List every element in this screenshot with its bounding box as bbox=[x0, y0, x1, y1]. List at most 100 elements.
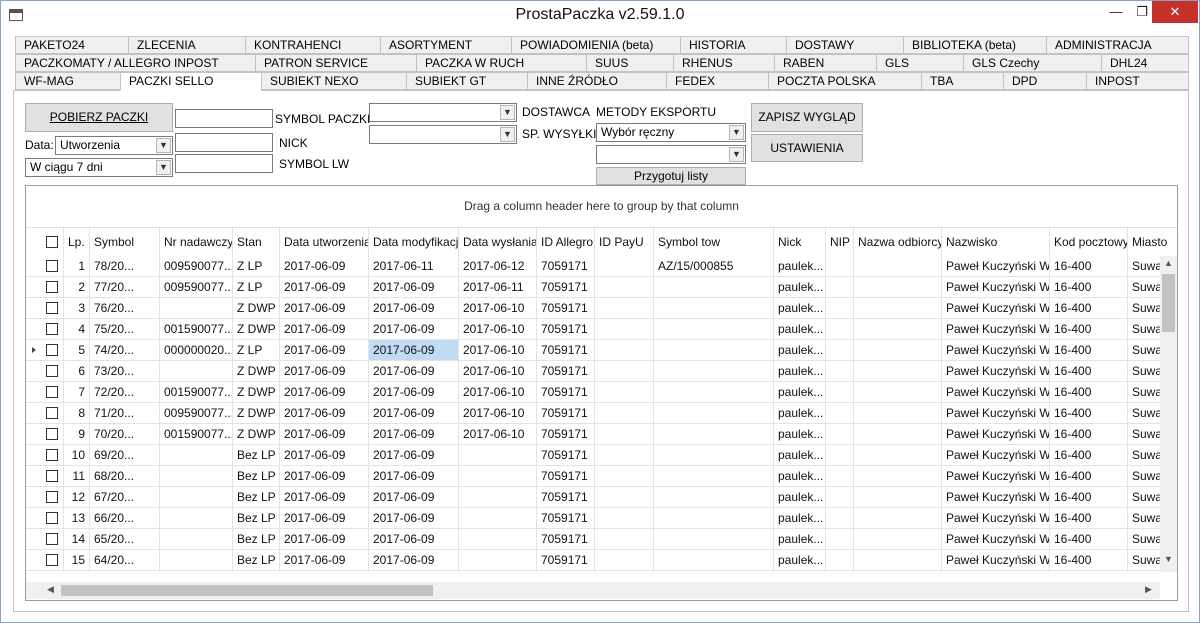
tab-paczkomaty[interactable]: PACZKOMATY / ALLEGRO INPOST bbox=[15, 54, 256, 72]
table-cell[interactable]: Z LP bbox=[233, 256, 280, 277]
table-row[interactable]: 5 74/20... 000000020... Z LP 2017-06-09 2017-… bbox=[26, 340, 1160, 361]
table-cell[interactable]: Suwałki bbox=[1128, 529, 1160, 550]
table-cell[interactable]: 78/20... bbox=[90, 256, 160, 277]
table-cell[interactable]: 1 bbox=[64, 256, 90, 277]
table-cell[interactable]: 2017-06-09 bbox=[280, 340, 369, 361]
tab-raben[interactable]: RABEN bbox=[774, 54, 877, 72]
tab-tba[interactable]: TBA bbox=[921, 72, 1004, 90]
table-cell[interactable]: 2017-06-09 bbox=[369, 403, 459, 424]
table-cell[interactable] bbox=[459, 571, 537, 572]
table-cell[interactable]: 14 bbox=[64, 529, 90, 550]
table-cell[interactable] bbox=[654, 550, 774, 571]
table-cell[interactable] bbox=[654, 298, 774, 319]
row-checkbox[interactable] bbox=[46, 323, 58, 335]
table-cell[interactable] bbox=[595, 550, 654, 571]
table-cell[interactable]: 2017-06-10 bbox=[459, 340, 537, 361]
row-checkbox[interactable] bbox=[46, 491, 58, 503]
table-cell[interactable]: 2017-06-09 bbox=[369, 340, 459, 361]
table-cell[interactable] bbox=[654, 361, 774, 382]
table-cell[interactable] bbox=[654, 340, 774, 361]
table-cell[interactable] bbox=[654, 571, 774, 572]
table-cell[interactable]: 16-400 bbox=[1050, 571, 1128, 572]
column-header[interactable]: Stan bbox=[233, 228, 280, 256]
table-cell[interactable]: 2017-06-10 bbox=[459, 424, 537, 445]
title-bar[interactable]: ProstaPaczka v2.59.1.0 — ❐ ✕ bbox=[1, 1, 1199, 31]
table-cell[interactable]: 68/20... bbox=[90, 466, 160, 487]
table-cell[interactable]: 2017-06-09 bbox=[280, 445, 369, 466]
column-header[interactable]: Miasto bbox=[1128, 228, 1177, 256]
column-header[interactable]: ID PayU bbox=[595, 228, 654, 256]
column-header[interactable]: Nick bbox=[774, 228, 826, 256]
table-cell[interactable] bbox=[854, 319, 942, 340]
tab-dhl24[interactable]: DHL24 bbox=[1101, 54, 1189, 72]
table-cell[interactable] bbox=[595, 382, 654, 403]
tab-powiadomienia[interactable]: POWIADOMIENIA (beta) bbox=[511, 36, 681, 54]
row-checkbox[interactable] bbox=[46, 407, 58, 419]
table-cell[interactable]: Suwałki bbox=[1128, 571, 1160, 572]
table-row[interactable]: 11 68/20... Bez LP 2017-06-09 2017-06-09 7059… bbox=[26, 466, 1160, 487]
table-cell[interactable] bbox=[854, 466, 942, 487]
table-cell[interactable]: paulek... bbox=[774, 382, 826, 403]
table-cell[interactable]: 16-400 bbox=[1050, 529, 1128, 550]
table-cell[interactable]: 77/20... bbox=[90, 277, 160, 298]
table-cell[interactable]: Suwałki bbox=[1128, 277, 1160, 298]
fetch-packages-button[interactable]: POBIERZ PACZKI bbox=[25, 103, 173, 132]
table-cell[interactable]: paulek... bbox=[774, 361, 826, 382]
table-cell[interactable]: paulek... bbox=[774, 403, 826, 424]
table-cell[interactable]: Z DWP bbox=[233, 319, 280, 340]
table-cell[interactable] bbox=[459, 529, 537, 550]
tab-paczka-w-ruch[interactable]: PACZKA W RUCH bbox=[416, 54, 587, 72]
row-selector[interactable] bbox=[26, 550, 64, 571]
table-cell[interactable] bbox=[654, 487, 774, 508]
table-cell[interactable]: 16-400 bbox=[1050, 403, 1128, 424]
table-cell[interactable]: 72/20... bbox=[90, 382, 160, 403]
horizontal-scrollbar[interactable]: ◀ ▶ bbox=[26, 582, 1160, 599]
tab-paketo24[interactable]: PAKETO24 bbox=[15, 36, 129, 54]
tab-administracja[interactable]: ADMINISTRACJA bbox=[1046, 36, 1189, 54]
table-cell[interactable] bbox=[654, 445, 774, 466]
table-cell[interactable] bbox=[826, 298, 854, 319]
table-cell[interactable]: 9 bbox=[64, 424, 90, 445]
table-cell[interactable]: 2017-06-09 bbox=[280, 403, 369, 424]
table-cell[interactable]: 2017-06-09 bbox=[369, 382, 459, 403]
table-cell[interactable]: 2017-06-09 bbox=[369, 550, 459, 571]
table-cell[interactable]: 000000020... bbox=[160, 340, 233, 361]
row-selector[interactable] bbox=[26, 403, 64, 424]
table-cell[interactable]: paulek... bbox=[774, 529, 826, 550]
vertical-scrollbar[interactable]: ▲ ▼ bbox=[1160, 256, 1177, 572]
table-cell[interactable]: Paweł Kuczyński W bbox=[942, 445, 1050, 466]
table-row[interactable]: 3 76/20... Z DWP 2017-06-09 2017-06-09 2017-0… bbox=[26, 298, 1160, 319]
table-cell[interactable]: paulek... bbox=[774, 466, 826, 487]
table-cell[interactable]: Suwałki bbox=[1128, 319, 1160, 340]
row-selector[interactable] bbox=[26, 445, 64, 466]
tab-wf-mag[interactable]: WF-MAG bbox=[15, 72, 121, 90]
table-cell[interactable]: 2017-06-09 bbox=[369, 298, 459, 319]
row-checkbox[interactable] bbox=[46, 533, 58, 545]
table-cell[interactable]: 16-400 bbox=[1050, 466, 1128, 487]
table-cell[interactable]: 2017-06-09 bbox=[369, 319, 459, 340]
table-cell[interactable]: Bez LP bbox=[233, 445, 280, 466]
chevron-down-icon[interactable]: ▼ bbox=[156, 138, 171, 153]
select-all-checkbox[interactable] bbox=[46, 236, 58, 248]
table-cell[interactable]: 2017-06-09 bbox=[369, 277, 459, 298]
table-cell[interactable]: 2017-06-09 bbox=[369, 361, 459, 382]
row-checkbox[interactable] bbox=[46, 302, 58, 314]
table-cell[interactable]: 7059171 bbox=[537, 256, 595, 277]
table-cell[interactable]: 2017-06-09 bbox=[280, 277, 369, 298]
tab-inne-zrodlo[interactable]: INNE ŹRÓDŁO bbox=[527, 72, 667, 90]
column-header[interactable]: Lp. bbox=[64, 228, 90, 256]
table-cell[interactable]: 16-400 bbox=[1050, 508, 1128, 529]
table-cell[interactable] bbox=[654, 508, 774, 529]
tab-asortyment[interactable]: ASORTYMENT bbox=[380, 36, 512, 54]
table-cell[interactable]: Suwałki bbox=[1128, 550, 1160, 571]
table-cell[interactable] bbox=[654, 424, 774, 445]
table-cell[interactable]: 2017-06-10 bbox=[459, 403, 537, 424]
table-cell[interactable]: Paweł Kuczyński W bbox=[942, 529, 1050, 550]
table-cell[interactable]: Suwałki bbox=[1128, 382, 1160, 403]
table-cell[interactable] bbox=[826, 487, 854, 508]
row-selector[interactable] bbox=[26, 529, 64, 550]
table-cell[interactable] bbox=[160, 361, 233, 382]
tab-patron-service[interactable]: PATRON SERVICE bbox=[255, 54, 417, 72]
table-cell[interactable]: 74/20... bbox=[90, 340, 160, 361]
table-cell[interactable] bbox=[854, 382, 942, 403]
